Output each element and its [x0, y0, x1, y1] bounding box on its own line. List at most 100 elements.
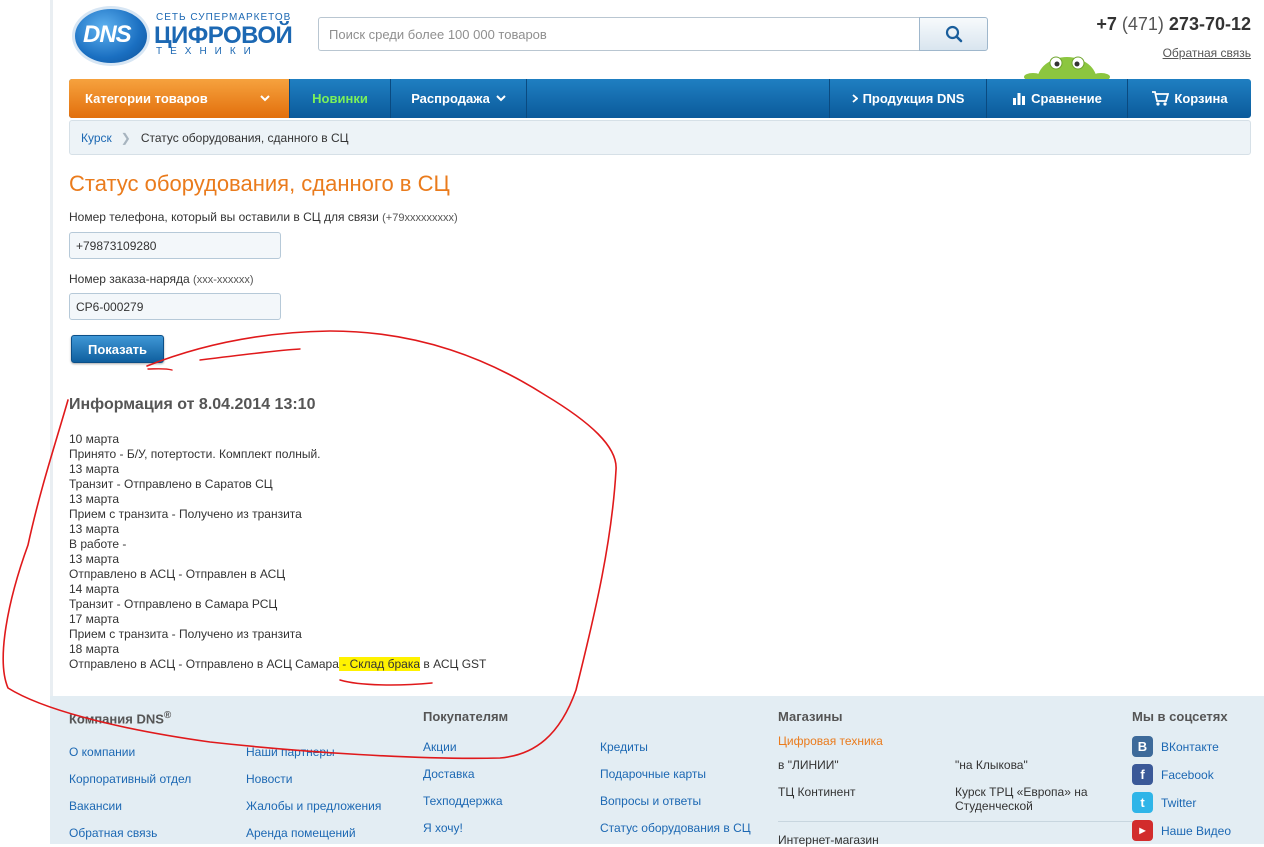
footer-link[interactable]: Обратная связь: [69, 826, 157, 840]
history-line: В работе -: [69, 537, 127, 551]
footer-link[interactable]: Наши партнеры: [246, 745, 335, 759]
nav-cart-label: Корзина: [1174, 91, 1228, 106]
footer-store-link[interactable]: "на Клыкова": [955, 758, 1028, 772]
nav-categories-label: Категории товаров: [85, 91, 208, 106]
footer-divider: [778, 821, 1148, 822]
social-twitter-label: Twitter: [1161, 795, 1197, 810]
phone-number: +7 (471) 273-70-12: [1070, 14, 1251, 35]
registered-mark: ®: [163, 710, 172, 721]
social-twitter[interactable]: t Twitter: [1132, 792, 1196, 813]
social-facebook[interactable]: f Facebook: [1132, 764, 1214, 785]
social-vk[interactable]: B ВКонтакте: [1132, 736, 1219, 757]
feedback-link[interactable]: Обратная связь: [1100, 46, 1251, 60]
phone-code: (471): [1121, 14, 1164, 34]
footer-link[interactable]: Вакансии: [69, 799, 122, 813]
phone-label: Номер телефона, который вы оставили в СЦ…: [69, 210, 458, 224]
history-line: 18 марта: [69, 642, 120, 656]
youtube-icon: ▶: [1132, 820, 1153, 841]
dns-logo[interactable]: DNS СЕТЬ СУПЕРМАРКЕТОВ ЦИФРОВОЙ ТЕХНИКИ: [72, 6, 293, 66]
chevron-right-icon: [851, 94, 858, 103]
footer-company-title-text: Компания DNS: [69, 711, 164, 727]
phone-hint: (+79xxxxxxxxx): [382, 212, 458, 224]
social-youtube-label: Наше Видео: [1161, 823, 1232, 838]
nav-compare[interactable]: Сравнение: [987, 79, 1128, 118]
chevron-down-icon: [496, 95, 506, 102]
nav-sale-label: Распродажа: [411, 91, 490, 106]
nav-categories[interactable]: Категории товаров: [69, 79, 290, 118]
history-line: 10 марта: [69, 432, 120, 446]
footer-store-link[interactable]: Курск ТРЦ «Европа» на Студенческой: [955, 785, 1105, 813]
breadcrumb: Курск ❯ Статус оборудования, сданного в …: [69, 120, 1251, 155]
search-icon: [945, 25, 962, 43]
order-number-field[interactable]: [69, 293, 281, 320]
footer-link[interactable]: Техподдержка: [423, 794, 503, 808]
footer-link[interactable]: О компании: [69, 745, 135, 759]
footer-link[interactable]: Новости: [246, 772, 292, 786]
chevron-down-icon: [260, 95, 270, 102]
search-bar: [318, 17, 988, 51]
footer-link[interactable]: Кредиты: [600, 740, 648, 754]
info-title: Информация от 8.04.2014 13:10: [69, 396, 316, 413]
history-line-last: Отправлено в АСЦ - Отправлено в АСЦ Сама…: [69, 657, 486, 672]
footer: Компания DNS® О компании Корпоративный о…: [50, 696, 1264, 847]
bar-chart-icon: [1013, 93, 1026, 105]
footer-store-link[interactable]: Интернет-магазин: [778, 833, 879, 847]
breadcrumb-current: Статус оборудования, сданного в СЦ: [140, 130, 349, 145]
footer-store-link[interactable]: ТЦ Континент: [778, 785, 855, 799]
footer-social-title: Мы в соцсетях: [1132, 709, 1228, 724]
history-line: Принято - Б/У, потертости. Комплект полн…: [69, 447, 321, 461]
history-line: Прием с транзита - Получено из транзита: [69, 507, 302, 521]
mascot-icon: [1024, 56, 1110, 81]
status-history: 10 марта Принято - Б/У, потертости. Комп…: [69, 432, 486, 672]
nav-new[interactable]: Новинки: [290, 79, 391, 118]
chevron-right-icon: ❯: [120, 130, 131, 145]
footer-company-title: Компания DNS®: [69, 710, 171, 726]
order-label-text: Номер заказа-наряда: [69, 272, 190, 286]
nav-sale[interactable]: Распродажа: [391, 79, 527, 118]
breadcrumb-home[interactable]: Курск: [81, 131, 112, 145]
history-line: 13 марта: [69, 462, 120, 476]
nav-cart[interactable]: Корзина: [1128, 79, 1251, 118]
footer-link[interactable]: Статус оборудования в СЦ: [600, 821, 751, 835]
social-facebook-label: Facebook: [1161, 767, 1214, 782]
footer-link[interactable]: Я хочу!: [423, 821, 463, 835]
phone-field[interactable]: [69, 232, 281, 259]
history-line: 13 марта: [69, 522, 120, 536]
history-line: Прием с транзита - Получено из транзита: [69, 627, 302, 641]
footer-link[interactable]: Аренда помещений: [246, 826, 356, 840]
nav-dns-products[interactable]: Продукция DNS: [829, 79, 987, 118]
logo-tagline-bottom: ТЕХНИКИ: [156, 46, 259, 57]
history-last-text: Отправлено в АСЦ - Отправлено в АСЦ Сама…: [69, 657, 339, 671]
footer-link[interactable]: Подарочные карты: [600, 767, 706, 781]
footer-link[interactable]: Акции: [423, 740, 457, 754]
nav-compare-label: Сравнение: [1031, 91, 1102, 106]
order-hint: (xxx-xxxxxx): [193, 274, 254, 286]
phone-label-text: Номер телефона, который вы оставили в СЦ…: [69, 210, 379, 224]
history-line: 13 марта: [69, 552, 120, 566]
vk-icon: B: [1132, 736, 1153, 757]
footer-link[interactable]: Корпоративный отдел: [69, 772, 191, 786]
footer-link[interactable]: Вопросы и ответы: [600, 794, 701, 808]
logo-brand: DNS: [83, 21, 132, 48]
main-nav: Категории товаров Новинки Распродажа Про…: [69, 79, 1251, 118]
footer-link[interactable]: Жалобы и предложения: [246, 799, 381, 813]
history-line: 13 марта: [69, 492, 120, 506]
cart-icon: [1152, 91, 1170, 106]
history-line: 14 марта: [69, 582, 120, 596]
social-youtube[interactable]: ▶ Наше Видео: [1132, 820, 1231, 841]
footer-buyers-title: Покупателям: [423, 709, 509, 724]
search-input[interactable]: [318, 17, 920, 51]
search-button[interactable]: [919, 17, 988, 51]
footer-store-category[interactable]: Цифровая техника: [778, 734, 883, 748]
phone-prefix: +7: [1096, 14, 1117, 34]
phone-main: 273-70-12: [1168, 14, 1251, 34]
history-last-suffix: в АСЦ GST: [420, 657, 487, 671]
show-button[interactable]: Показать: [71, 335, 164, 363]
footer-link[interactable]: Доставка: [423, 767, 475, 781]
history-line: 17 марта: [69, 612, 120, 626]
order-label: Номер заказа-наряда (xxx-xxxxxx): [69, 272, 254, 286]
footer-store-link[interactable]: в "ЛИНИИ": [778, 758, 839, 772]
highlighted-status: - Склад брака: [338, 657, 421, 671]
history-line: Транзит - Отправлено в Саратов СЦ: [69, 477, 273, 491]
history-line: Транзит - Отправлено в Самара РСЦ: [69, 597, 278, 611]
